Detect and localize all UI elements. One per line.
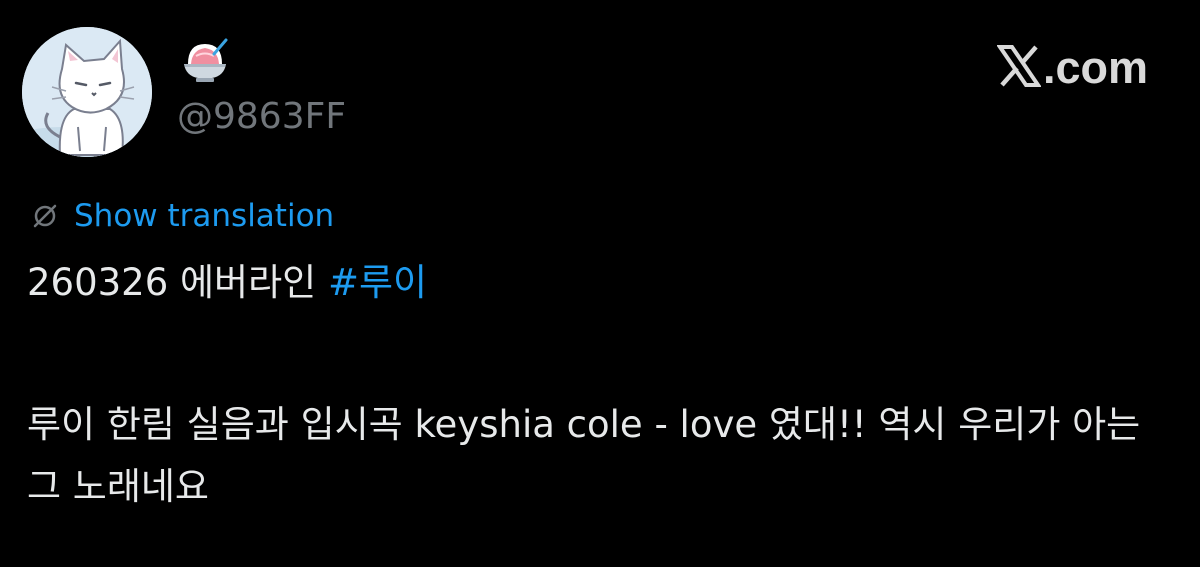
show-translation-label[interactable]: Show translation [74,194,334,238]
x-com-logo: .com [996,40,1148,96]
user-handle[interactable]: @9863FF [177,95,346,139]
avatar[interactable] [22,27,152,157]
post-body-text: 루이 한림 실음과 입시곡 keyshia cole - love 였대!! 역… [27,403,1141,508]
shaved-ice-emoji-icon [178,38,232,86]
globe-slash-icon [32,203,58,229]
logo-text: .com [1042,42,1148,93]
post-first-line: 260326 에버라인 #루이 [27,258,427,308]
show-translation-button[interactable]: Show translation [32,194,334,238]
post-date-text: 260326 에버라인 [27,261,328,304]
x-logo-icon [996,45,1042,91]
cat-avatar-image [22,27,152,157]
hashtag-link[interactable]: #루이 [328,261,427,304]
